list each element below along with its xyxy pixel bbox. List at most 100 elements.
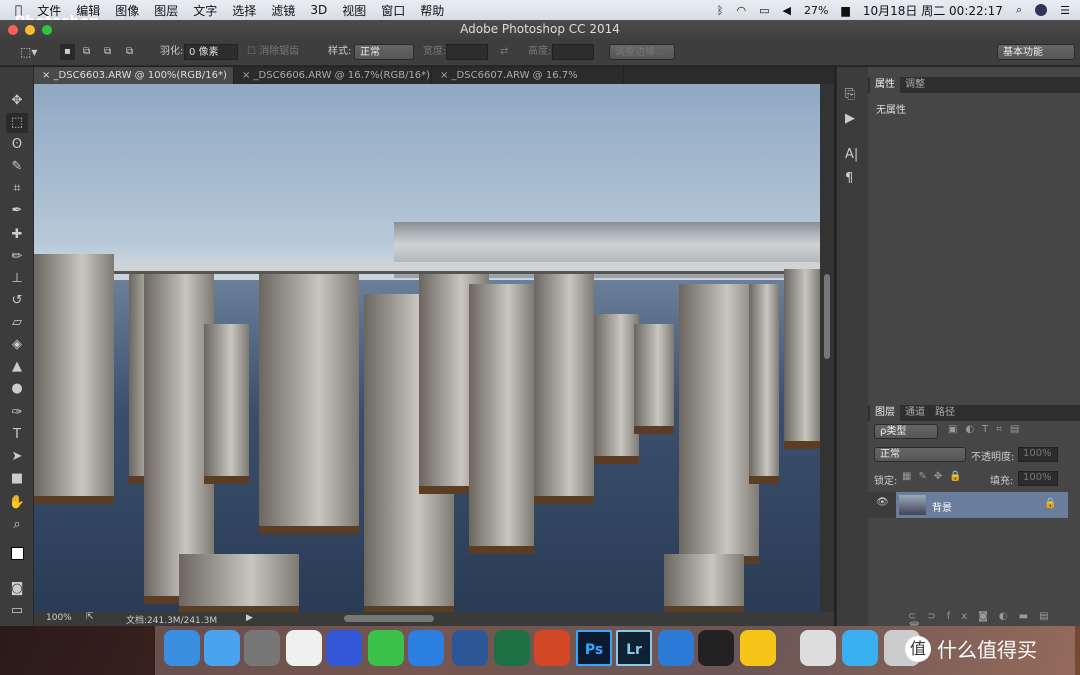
dock-app-feiq[interactable] [842, 630, 878, 666]
tab-dsc6603[interactable]: × _DSC6603.ARW @ 100%(RGB/16*) [34, 67, 234, 84]
menu-window[interactable]: 窗口 [381, 2, 405, 19]
document-canvas[interactable] [34, 84, 820, 612]
dock-app-excel[interactable] [494, 630, 530, 666]
dock-app-thunder[interactable] [658, 630, 694, 666]
tab-channels[interactable]: 通道 [900, 405, 930, 421]
zoom-tool-icon[interactable]: ⌕ [6, 515, 28, 535]
menu-filter[interactable]: 滤镜 [271, 2, 295, 19]
flag-icon[interactable]: ▆ [841, 4, 849, 17]
siri-icon[interactable] [1035, 4, 1048, 16]
layer-filter-select[interactable]: ρ类型 [874, 424, 938, 439]
marquee-preset-icon[interactable]: ⬚▾ [20, 44, 37, 60]
menu-type[interactable]: 文字 [193, 2, 217, 19]
type-tool-icon[interactable]: T [6, 425, 28, 445]
wifi-icon[interactable]: ◠ [736, 4, 746, 17]
antialias-checkbox[interactable]: ☐ 消除锯齿 [247, 44, 299, 60]
tab-dsc6606[interactable]: × _DSC6606.ARW @ 16.7%(RGB/16*) [234, 67, 432, 84]
dock-app-qq-music[interactable] [740, 630, 776, 666]
battery-status[interactable]: 27% [804, 4, 828, 17]
quick-mask-icon[interactable]: ◙ [6, 579, 28, 599]
bucket-tool-icon[interactable]: ◈ [6, 335, 28, 355]
status-menu-arrow-icon[interactable]: ▶ [246, 613, 253, 623]
dock-app-messages[interactable] [204, 630, 240, 666]
stamp-tool-icon[interactable]: ⊥ [6, 269, 28, 289]
fill-input[interactable]: 100% [1018, 471, 1058, 486]
dock-app-powerpoint[interactable] [534, 630, 570, 666]
lock-icons[interactable]: ▦✎✥🔒 [902, 471, 969, 482]
move-tool-icon[interactable]: ✥ [6, 91, 28, 111]
menu-3d[interactable]: 3D [310, 3, 327, 17]
opacity-input[interactable]: 100% [1018, 447, 1058, 462]
dock-app-itunes[interactable] [286, 630, 322, 666]
blur-tool-icon[interactable]: ▲ [6, 357, 28, 377]
swap-icon[interactable]: ⇄ [500, 44, 508, 60]
mask-icon[interactable]: ◙ [978, 611, 999, 622]
pen-tool-icon[interactable]: ✑ [6, 403, 28, 423]
volume-icon[interactable]: ◀ [782, 4, 790, 17]
layer-filter-icons[interactable]: ▣◐T⌗▤ [948, 424, 1027, 435]
add-selection-icon[interactable]: ⧉ [83, 44, 90, 60]
refine-edge-button[interactable]: 调整边缘... [609, 44, 675, 60]
history-panel-icon[interactable]: ⎘ [845, 87, 855, 102]
tab-layers[interactable]: 图层 [870, 405, 900, 421]
zoom-button[interactable] [42, 25, 52, 35]
share-icon[interactable]: ⇱ [86, 612, 94, 622]
dock-app-safari[interactable] [408, 630, 444, 666]
airplay-icon[interactable]: ▭ [759, 4, 769, 17]
dock-app-finder[interactable] [164, 630, 200, 666]
width-input[interactable] [446, 44, 488, 60]
screen-mode-icon[interactable]: ▭ [6, 601, 28, 621]
zoom-level[interactable]: 100% [46, 613, 72, 623]
clock[interactable]: 10月18日 周二 00:22:17 [863, 2, 1003, 19]
history-brush-tool-icon[interactable]: ↺ [6, 291, 28, 311]
menu-help[interactable]: 帮助 [420, 2, 444, 19]
close-button[interactable] [8, 25, 18, 35]
subtract-selection-icon[interactable]: ⧉ [104, 44, 111, 60]
shape-tool-icon[interactable]: ■ [6, 469, 28, 489]
tab-dsc6607[interactable]: × _DSC6607.ARW @ 16.7%(RGB/16*) [432, 67, 624, 98]
dock-app-ps[interactable]: Ps [576, 630, 612, 666]
minimize-button[interactable] [25, 25, 35, 35]
workspace-select[interactable]: 基本功能 [997, 44, 1075, 60]
new-layer-icon[interactable]: ▤ [1039, 611, 1059, 622]
dock-app-facetime[interactable] [368, 630, 404, 666]
menu-layer[interactable]: 图层 [154, 2, 178, 19]
style-select[interactable]: 正常 [354, 44, 414, 60]
crop-tool-icon[interactable]: ⌗ [6, 179, 28, 199]
height-input[interactable] [552, 44, 594, 60]
dock-app-qq[interactable] [698, 630, 734, 666]
layer-row[interactable]: 👁 背景 🔒 [868, 492, 1068, 518]
group-folder-icon[interactable]: ▬ [1019, 611, 1039, 622]
menu-image[interactable]: 图像 [115, 2, 139, 19]
dodge-tool-icon[interactable]: ● [6, 379, 28, 399]
path-select-tool-icon[interactable]: ➤ [6, 447, 28, 467]
feather-input[interactable]: 0 像素 [184, 44, 238, 60]
horizontal-scrollbar[interactable] [344, 615, 434, 622]
menu-view[interactable]: 视图 [342, 2, 366, 19]
layer-name[interactable]: 背景 [932, 499, 952, 514]
dock-app-lr[interactable]: Lr [616, 630, 652, 666]
bluetooth-icon[interactable]: ᛒ [717, 4, 724, 17]
dock-app-bt[interactable] [800, 630, 836, 666]
blend-mode-select[interactable]: 正常 [874, 447, 966, 462]
eyedropper-tool-icon[interactable]: ✒ [6, 201, 28, 221]
dock-app-word[interactable] [452, 630, 488, 666]
tab-adjustments[interactable]: 调整 [900, 77, 930, 93]
eye-icon[interactable]: 👁 [876, 497, 889, 508]
dock-app-scrivener[interactable] [326, 630, 362, 666]
menu-select[interactable]: 选择 [232, 2, 256, 19]
actions-panel-icon[interactable]: ▶ [845, 111, 855, 126]
marquee-tool-icon[interactable]: ⬚ [6, 113, 28, 133]
hand-tool-icon[interactable]: ✋ [6, 493, 28, 513]
paragraph-panel-icon[interactable]: ¶ [845, 171, 853, 186]
intersect-selection-icon[interactable]: ⧉ [126, 44, 133, 60]
lasso-tool-icon[interactable]: ʘ [6, 135, 28, 155]
eraser-tool-icon[interactable]: ▱ [6, 313, 28, 333]
tab-paths[interactable]: 路径 [930, 405, 960, 421]
adjustment-icon[interactable]: ◐ [999, 611, 1019, 622]
tab-properties[interactable]: 属性 [870, 77, 900, 93]
dock-app-system-preferences[interactable] [244, 630, 280, 666]
brush-tool-icon[interactable]: ✏ [6, 247, 28, 267]
color-swatches-icon[interactable] [6, 547, 28, 567]
quick-select-tool-icon[interactable]: ✎ [6, 157, 28, 177]
